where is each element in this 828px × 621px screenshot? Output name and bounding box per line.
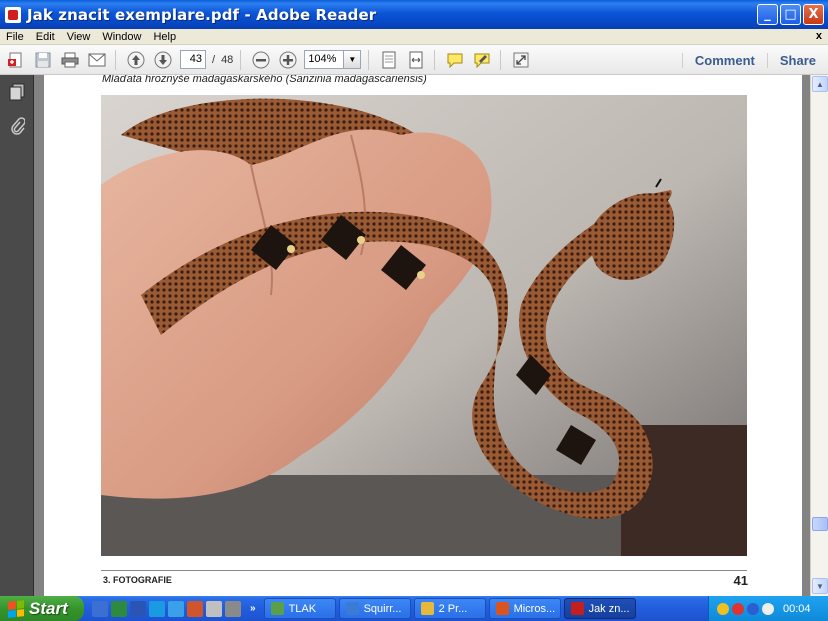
pages-panel-icon[interactable] <box>9 83 25 101</box>
task-button-tlak[interactable]: TLAK <box>263 598 336 619</box>
scroll-thumb[interactable] <box>812 517 828 531</box>
internet-explorer-icon[interactable] <box>168 600 184 617</box>
task-button-microsoft[interactable]: Micros... <box>488 598 561 619</box>
menu-window[interactable]: Window <box>96 31 147 43</box>
quick-launch: » <box>92 600 256 617</box>
toolbar-separator <box>240 49 242 70</box>
highlight-text-icon[interactable] <box>471 49 493 71</box>
pdf-page: Mláďata hroznýše madagaskarského (Sanzin… <box>44 75 802 596</box>
windows-logo-icon <box>8 599 24 618</box>
start-button[interactable]: Start <box>0 596 84 621</box>
excel-icon[interactable] <box>111 600 127 617</box>
vertical-scrollbar[interactable]: ▲ ▼ <box>810 75 828 596</box>
fit-width-icon[interactable] <box>405 49 427 71</box>
word-icon[interactable] <box>130 600 146 617</box>
menu-bar: File Edit View Window Help x <box>0 29 828 45</box>
system-tray: 00:04 <box>708 596 828 621</box>
navigation-pane <box>0 75 34 596</box>
task-button-adobe-reader[interactable]: Jak zn... <box>563 598 636 619</box>
task-app-icon <box>495 602 509 615</box>
toolbar-separator <box>368 49 370 70</box>
menu-view[interactable]: View <box>61 31 97 43</box>
zoom-level-input[interactable]: 104% <box>304 50 345 69</box>
next-page-icon[interactable] <box>152 49 174 71</box>
adobe-reader-icon[interactable] <box>5 6 21 23</box>
menu-edit[interactable]: Edit <box>30 31 61 43</box>
volume-icon[interactable] <box>762 602 774 615</box>
zoom-in-icon[interactable] <box>277 49 299 71</box>
close-document-button[interactable]: x <box>816 30 822 42</box>
sticky-note-icon[interactable] <box>444 49 466 71</box>
expand-icon[interactable] <box>510 49 532 71</box>
document-view[interactable]: Mláďata hroznýše madagaskarského (Sanzin… <box>34 75 810 596</box>
show-desktop-icon[interactable] <box>92 600 108 617</box>
close-button[interactable]: X <box>803 4 824 25</box>
window-title: Jak znacit exemplare.pdf - Adobe Reader <box>27 5 377 24</box>
maximize-button[interactable]: □ <box>780 4 801 25</box>
scroll-down-button[interactable]: ▼ <box>812 578 828 594</box>
page-number-label: 41 <box>733 573 748 588</box>
task-app-icon <box>270 602 284 615</box>
total-pages: 48 <box>221 53 234 66</box>
page-number-input[interactable]: 43 <box>180 50 206 69</box>
quick-launch-more-icon[interactable]: » <box>250 603 256 614</box>
toolbar-separator <box>500 49 502 70</box>
scroll-up-button[interactable]: ▲ <box>812 76 828 92</box>
powerpoint-icon[interactable] <box>187 600 203 617</box>
app-shortcut-icon[interactable] <box>206 600 222 617</box>
task-app-icon <box>420 602 434 615</box>
email-icon[interactable] <box>86 49 108 71</box>
bluetooth-icon[interactable] <box>747 602 759 615</box>
comment-button[interactable]: Comment <box>681 52 767 68</box>
zoom-out-icon[interactable] <box>250 49 272 71</box>
task-app-icon <box>570 602 584 615</box>
attachments-paperclip-icon[interactable] <box>9 117 26 135</box>
title-bar[interactable]: Jak znacit exemplare.pdf - Adobe Reader … <box>0 0 828 29</box>
fit-page-icon[interactable] <box>378 49 400 71</box>
toolbar-separator <box>115 49 116 70</box>
task-label: 2 Pr... <box>438 602 468 615</box>
zoom-dropdown-icon[interactable]: ▼ <box>344 50 362 69</box>
toolbar-right: Comment Share <box>681 45 828 75</box>
photo-caption: Mláďata hroznýše madagaskarského (Sanzin… <box>102 75 427 85</box>
task-button-squirrel[interactable]: Squirr... <box>338 598 411 619</box>
section-label: 3. FOTOGRAFIE <box>103 575 172 585</box>
start-label: Start <box>29 598 68 618</box>
footer-rule <box>101 570 747 571</box>
task-label: TLAK <box>288 602 317 615</box>
menu-help[interactable]: Help <box>147 31 182 43</box>
toolbar-separator <box>434 49 436 70</box>
page-separator: / <box>212 53 216 66</box>
task-button-folders[interactable]: 2 Pr... <box>413 598 486 619</box>
print-icon[interactable] <box>59 49 81 71</box>
task-label: Jak zn... <box>588 602 630 615</box>
zoom-select[interactable]: 104% ▼ <box>304 50 362 69</box>
clock[interactable]: 00:04 <box>783 603 811 615</box>
menu-file[interactable]: File <box>0 31 30 43</box>
toolbar: 43 / 48 104% ▼ Comment Share <box>0 45 828 75</box>
task-label: Squirr... <box>363 602 402 615</box>
task-app-icon <box>345 602 359 615</box>
share-button[interactable]: Share <box>766 52 828 68</box>
security-shield-icon[interactable] <box>717 602 729 615</box>
adobe-reader-window: Jak znacit exemplare.pdf - Adobe Reader … <box>0 0 828 621</box>
save-icon[interactable] <box>32 49 54 71</box>
task-buttons: TLAK Squirr... 2 Pr... Micros... Jak zn.… <box>263 598 636 619</box>
task-label: Micros... <box>513 602 556 615</box>
create-pdf-icon[interactable] <box>5 49 27 71</box>
minimize-button[interactable]: _ <box>757 4 778 25</box>
taskbar: Start » TLAK Squirr... 2 Pr... Micros...… <box>0 596 828 621</box>
outlook-icon[interactable] <box>149 600 165 617</box>
snake-photo <box>101 95 747 556</box>
previous-page-icon[interactable] <box>125 49 147 71</box>
app-shortcut-icon[interactable] <box>225 600 241 617</box>
window-controls: _ □ X <box>757 4 824 25</box>
antivirus-icon[interactable] <box>732 602 744 615</box>
